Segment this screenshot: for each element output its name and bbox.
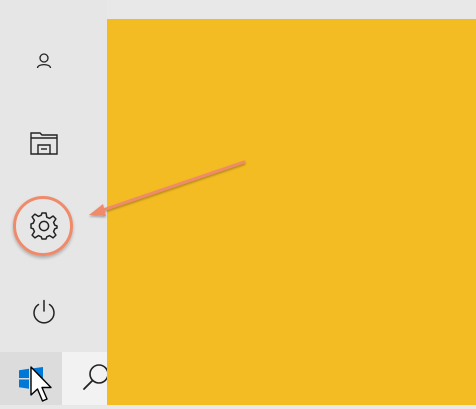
person-icon [36, 53, 52, 69]
gear-icon [30, 212, 58, 240]
search-icon [83, 364, 109, 390]
account-button[interactable] [0, 31, 88, 91]
power-button[interactable] [0, 282, 88, 342]
search-button[interactable] [62, 352, 109, 405]
start-tile-area [107, 19, 476, 405]
settings-button[interactable] [0, 196, 88, 256]
documents-button[interactable] [0, 113, 88, 173]
file-explorer-icon [30, 132, 58, 155]
start-menu-sidebar [0, 0, 107, 352]
windows-logo-icon [19, 366, 43, 391]
power-icon [33, 299, 55, 324]
start-button[interactable] [0, 352, 62, 405]
taskbar [0, 352, 109, 405]
